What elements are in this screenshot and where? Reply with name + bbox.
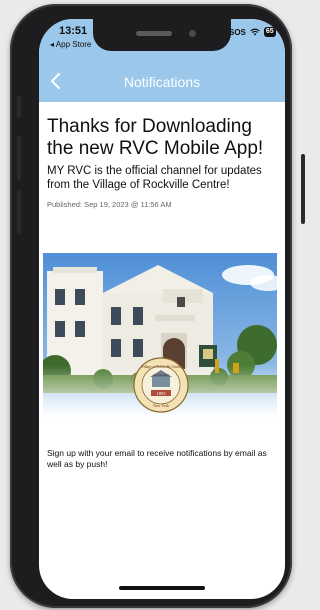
status-time: 13:51 — [59, 25, 88, 37]
navigation-header: 13:51 ◂ App Store SOS 65 Notifications — [39, 19, 285, 102]
status-icons: SOS 65 — [229, 27, 276, 37]
village-seal-icon: Village of Rockville Centre Incorporated… — [133, 357, 189, 413]
seal-state: New York — [153, 403, 169, 408]
power-button — [301, 154, 305, 224]
village-hall-photo: Village of Rockville Centre Incorporated… — [43, 253, 277, 417]
phone-frame: 13:51 ◂ App Store SOS 65 Notifications T… — [10, 4, 305, 608]
screen: 13:51 ◂ App Store SOS 65 Notifications T… — [39, 19, 285, 599]
notification-title: Thanks for Downloading the new RVC Mobil… — [47, 116, 264, 159]
wifi-icon — [250, 28, 260, 36]
speaker-grille — [136, 31, 172, 36]
notification-description: MY RVC is the official channel for updat… — [47, 165, 262, 191]
dynamic-island — [93, 19, 231, 51]
home-indicator[interactable] — [119, 586, 205, 590]
back-to-app-store-link[interactable]: ◂ App Store — [50, 40, 91, 49]
battery-icon: 65 — [263, 27, 276, 37]
body-text: Sign up with your email to receive notif… — [47, 448, 267, 469]
volume-down-button — [17, 190, 21, 234]
seal-name: Village of Rockville Centre — [141, 365, 181, 369]
seal-year: 1893 — [157, 391, 167, 396]
action-button — [17, 96, 21, 118]
seal-incorporated: Incorporated — [153, 373, 169, 377]
notification-detail: Thanks for Downloading the new RVC Mobil… — [47, 116, 279, 209]
published-date: Published: Sep 19, 2023 @ 11:56 AM — [47, 200, 172, 209]
volume-up-button — [17, 136, 21, 180]
page-title: Notifications — [123, 74, 201, 90]
camera-dot — [189, 30, 196, 37]
sos-indicator: SOS — [229, 27, 246, 37]
